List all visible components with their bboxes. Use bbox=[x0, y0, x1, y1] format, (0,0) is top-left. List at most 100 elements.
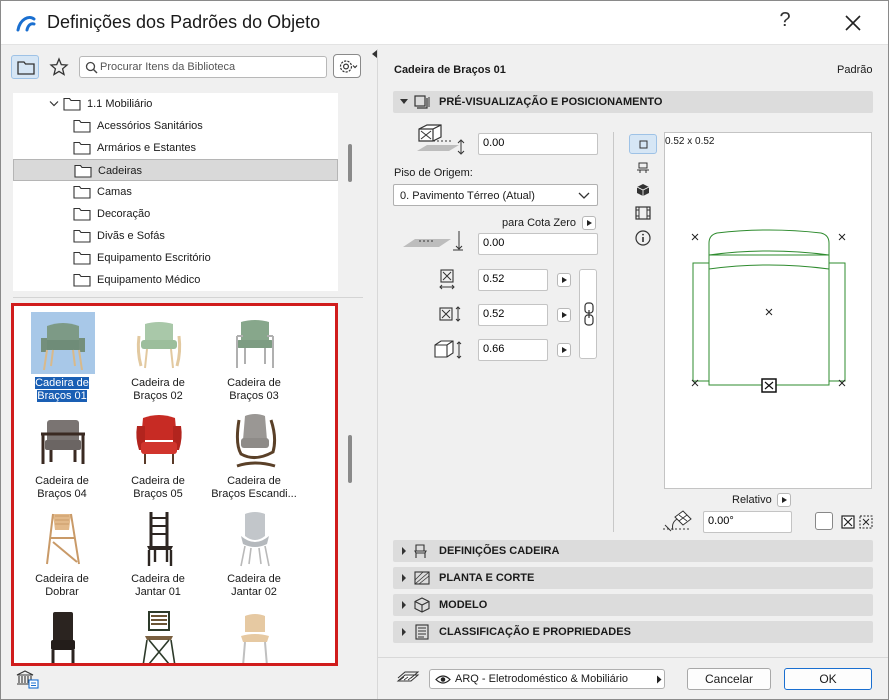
anchor-icon[interactable] bbox=[841, 515, 855, 529]
ok-button[interactable]: OK bbox=[784, 668, 872, 690]
tree-item[interactable]: Equipamento Médico bbox=[13, 269, 338, 291]
zero-ref-menu-button[interactable] bbox=[582, 216, 596, 230]
height-icon bbox=[434, 340, 462, 359]
dining-chair-shell-icon bbox=[223, 508, 287, 570]
title-bar: Definições dos Padrões do Objeto ? bbox=[1, 1, 888, 45]
preview-positioning-icon bbox=[414, 95, 430, 109]
width-menu-button[interactable] bbox=[557, 273, 571, 287]
home-story-select[interactable]: 0. Pavimento Térreo (Atual) bbox=[393, 184, 598, 206]
folder-icon bbox=[73, 273, 91, 287]
tree-item[interactable]: Armários e Estantes bbox=[13, 137, 338, 159]
width-input[interactable] bbox=[483, 273, 545, 285]
search-input[interactable] bbox=[100, 59, 322, 75]
section-floor-plan[interactable]: PLANTA E CORTE bbox=[393, 567, 873, 589]
tree-item[interactable]: Equipamento Escritório bbox=[13, 247, 338, 269]
tree-item-label: Camas bbox=[97, 186, 132, 198]
tree-item[interactable]: Camas bbox=[13, 181, 338, 203]
tree-scrollbar[interactable] bbox=[348, 144, 352, 182]
section-view-icon[interactable] bbox=[636, 161, 650, 175]
folding-chair-icon bbox=[31, 508, 95, 570]
zero-elevation-field[interactable] bbox=[478, 233, 598, 255]
library-item[interactable] bbox=[14, 602, 110, 663]
tree-item[interactable]: Divãs e Sofás bbox=[13, 225, 338, 247]
bistro-chair-icon bbox=[127, 606, 191, 663]
folder-view-button[interactable] bbox=[11, 55, 39, 79]
caption-line-2: Braços 03 bbox=[229, 390, 279, 402]
library-item[interactable] bbox=[110, 602, 206, 663]
width-field[interactable] bbox=[478, 269, 548, 291]
chevron-down-icon[interactable] bbox=[49, 100, 59, 108]
tree-item[interactable]: Decoração bbox=[13, 203, 338, 225]
library-item[interactable]: Cadeira de Dobrar bbox=[14, 504, 110, 602]
layers-icon bbox=[396, 671, 420, 682]
object-preview[interactable]: 0.52 x 0.52 bbox=[664, 132, 872, 489]
panel-divider[interactable] bbox=[13, 297, 363, 298]
proportion-lock-button[interactable] bbox=[579, 269, 597, 359]
layer-select[interactable]: ARQ - Eletrodoméstico & Mobiliário bbox=[429, 669, 665, 689]
search-icon bbox=[85, 61, 98, 74]
caption-line-2: Braços 02 bbox=[133, 390, 183, 402]
tree-item[interactable]: Cadeiras bbox=[13, 159, 338, 181]
depth-field[interactable] bbox=[478, 304, 548, 326]
elevation-input[interactable] bbox=[483, 137, 590, 149]
elevation-view-icon[interactable] bbox=[635, 206, 651, 220]
library-item[interactable]: Cadeira de Braços 04 bbox=[14, 406, 110, 504]
help-button[interactable]: ? bbox=[773, 9, 797, 37]
tree-item-label: Decoração bbox=[97, 208, 151, 220]
angle-input[interactable] bbox=[708, 515, 787, 527]
section-model-cube[interactable]: MODELO bbox=[393, 594, 873, 616]
library-item[interactable]: Cadeira de Braços 03 bbox=[206, 308, 302, 406]
plan-view-button[interactable] bbox=[629, 134, 657, 154]
section-chair-settings[interactable]: DEFINIÇÕES CADEIRA bbox=[393, 540, 873, 562]
folder-icon bbox=[73, 185, 91, 199]
library-settings-button[interactable] bbox=[333, 54, 361, 78]
info-icon[interactable] bbox=[635, 230, 651, 246]
library-item[interactable]: Cadeira de Braços Escandi... bbox=[206, 406, 302, 504]
tree-item[interactable]: Acessórios Sanitários bbox=[13, 115, 338, 137]
depth-input[interactable] bbox=[483, 308, 545, 320]
tree-item[interactable]: 1.1 Mobiliário bbox=[13, 93, 338, 115]
section-title: PLANTA E CORTE bbox=[439, 572, 535, 584]
classification-icon bbox=[415, 624, 429, 640]
library-item[interactable]: Cadeira de Braços 05 bbox=[110, 406, 206, 504]
favorites-button[interactable] bbox=[45, 55, 73, 79]
library-item[interactable]: Cadeira de Jantar 02 bbox=[206, 504, 302, 602]
floor-plan-icon bbox=[414, 571, 430, 585]
library-search[interactable] bbox=[79, 56, 327, 78]
depth-menu-button[interactable] bbox=[557, 308, 571, 322]
height-field[interactable] bbox=[478, 339, 548, 361]
cancel-button[interactable]: Cancelar bbox=[687, 668, 771, 690]
library-item[interactable]: Cadeira de Braços 02 bbox=[110, 308, 206, 406]
height-menu-button[interactable] bbox=[557, 343, 571, 357]
library-item-caption: Cadeira de Braços 05 bbox=[110, 475, 206, 501]
relative-menu-button[interactable] bbox=[777, 493, 791, 507]
library-item[interactable] bbox=[206, 602, 302, 663]
3d-view-icon[interactable] bbox=[636, 183, 650, 197]
library-item-caption: Cadeira de Jantar 02 bbox=[206, 573, 302, 599]
elevation-field[interactable] bbox=[478, 133, 598, 155]
mirror-toggle[interactable] bbox=[815, 512, 833, 530]
library-item[interactable]: Cadeira de Braços 01 bbox=[14, 308, 110, 406]
section-preview-positioning[interactable]: PRÉ-VISUALIZAÇÃO E POSICIONAMENTO bbox=[393, 91, 873, 113]
object-name: Cadeira de Braços 01 bbox=[394, 64, 506, 76]
tree-item-label: Equipamento Médico bbox=[97, 274, 201, 286]
zero-elevation-input[interactable] bbox=[483, 237, 590, 249]
armchair-metal-icon bbox=[223, 312, 287, 374]
angle-field[interactable] bbox=[703, 511, 792, 533]
footer-separator bbox=[377, 657, 888, 658]
tree-item-label: Armários e Estantes bbox=[97, 142, 197, 154]
folder-icon bbox=[74, 164, 92, 178]
armchair-wood-icon bbox=[31, 410, 95, 472]
close-icon[interactable] bbox=[839, 9, 867, 37]
height-input[interactable] bbox=[483, 343, 545, 355]
tree-item-label: 1.1 Mobiliário bbox=[87, 98, 153, 110]
library-item-caption: Cadeira de Dobrar bbox=[14, 573, 110, 599]
gear-icon bbox=[339, 60, 358, 73]
library-item[interactable]: Cadeira de Jantar 01 bbox=[110, 504, 206, 602]
grid-scrollbar[interactable] bbox=[348, 435, 352, 483]
folder-icon bbox=[63, 97, 81, 111]
anchor-points-icon[interactable] bbox=[859, 515, 873, 529]
library-manager-icon[interactable] bbox=[15, 669, 39, 689]
caption-line-2: Braços Escandi... bbox=[211, 488, 297, 500]
section-classification[interactable]: CLASSIFICAÇÃO E PROPRIEDADES bbox=[393, 621, 873, 643]
